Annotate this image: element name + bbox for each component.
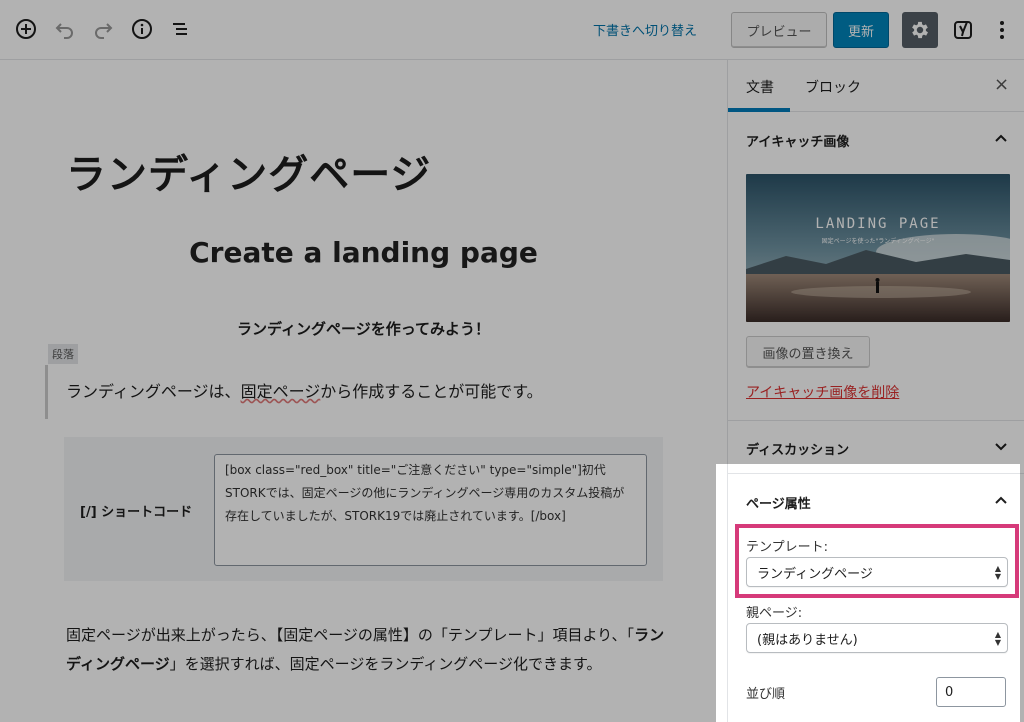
yoast-icon xyxy=(954,21,972,39)
paragraph-text: ランディングページは、 xyxy=(66,382,241,401)
switch-to-draft-link[interactable]: 下書きへ切り替え xyxy=(593,20,697,39)
discussion-panel-header[interactable]: ディスカッション xyxy=(728,420,1024,474)
parent-page-label: 親ページ: xyxy=(746,606,803,621)
yoast-seo-button[interactable] xyxy=(950,16,978,44)
paragraph-block[interactable]: ランディングページは、固定ページから作成することが可能です。 xyxy=(66,378,543,402)
featured-image-panel-header[interactable]: アイキャッチ画像 xyxy=(728,112,1024,166)
select-arrows-icon: ▲ ▼ xyxy=(994,630,1001,647)
shortcode-label: [/] ショートコード xyxy=(80,505,193,520)
heading-block[interactable]: Create a landing page xyxy=(0,236,727,269)
featured-image-subtitle: 固定ページを使った"ランディングページ" xyxy=(821,238,935,245)
paragraph-block-2[interactable]: 固定ページが出来上がったら、【固定ページの属性】の「テンプレート」項目より、「ラ… xyxy=(66,621,666,679)
update-button[interactable]: 更新 xyxy=(833,12,889,48)
editor-toolbar: 下書きへ切り替え プレビュー 更新 xyxy=(0,0,1024,60)
panel-title: ディスカッション xyxy=(746,443,850,458)
shortcode-block[interactable]: [/] ショートコード [box class="red_box" title="… xyxy=(64,437,663,581)
replace-image-button[interactable]: 画像の置き換え xyxy=(746,336,870,368)
panel-title: ページ属性 xyxy=(746,497,811,512)
shortcode-textarea[interactable]: [box class="red_box" title="ご注意ください" typ… xyxy=(214,454,647,566)
add-block-icon[interactable] xyxy=(14,17,38,41)
template-select[interactable]: ランディングページ ▲ ▼ xyxy=(746,557,1008,587)
order-label: 並び順 xyxy=(746,687,786,702)
parent-page-select-value: (親はありません) xyxy=(757,632,858,648)
paragraph-text: 」を選択すれば、固定ページをランディングページ化できます。 xyxy=(169,655,602,673)
chevron-down-icon xyxy=(995,443,1007,451)
info-icon[interactable] xyxy=(130,17,154,41)
select-arrows-icon: ▲ ▼ xyxy=(994,564,1001,581)
template-label: テンプレート: xyxy=(746,540,828,555)
bold-paragraph-block[interactable]: ランディングページを作ってみよう！ xyxy=(0,318,727,339)
settings-button[interactable] xyxy=(902,12,938,48)
tab-document[interactable]: 文書 xyxy=(746,77,774,97)
template-select-value: ランディングページ xyxy=(757,566,873,582)
close-icon[interactable]: × xyxy=(994,74,1009,95)
gear-icon xyxy=(912,21,928,39)
settings-sidebar: 文書 ブロック × アイキャッチ画像 LANDING PAGE 固定ページを使っ… xyxy=(727,60,1024,722)
featured-image-heading: LANDING PAGE xyxy=(815,216,941,232)
outline-icon[interactable] xyxy=(168,17,192,41)
block-type-label: 段落 xyxy=(48,344,78,364)
paragraph-text: 固定ページが出来上がったら、【固定ページの属性】の「テンプレート」項目より、「 xyxy=(66,626,635,644)
redo-icon[interactable] xyxy=(91,17,115,41)
order-input[interactable]: 0 xyxy=(936,677,1006,707)
sidebar-tabs: 文書 ブロック × xyxy=(728,60,1024,112)
spellcheck-mark: 固定ページ xyxy=(240,382,321,401)
post-title[interactable]: ランディングページ xyxy=(66,142,431,200)
page-attributes-panel-header[interactable]: ページ属性 xyxy=(728,474,1024,528)
more-menu-button[interactable] xyxy=(990,16,1014,44)
chevron-up-icon xyxy=(995,134,1007,142)
featured-image[interactable]: LANDING PAGE 固定ページを使った"ランディングページ" xyxy=(746,174,1010,322)
undo-icon[interactable] xyxy=(53,17,77,41)
more-vertical-icon xyxy=(1000,21,1004,39)
editor-canvas: ランディングページ Create a landing page ランディングペー… xyxy=(0,60,727,722)
tab-block[interactable]: ブロック xyxy=(805,77,861,97)
remove-image-link[interactable]: アイキャッチ画像を削除 xyxy=(746,382,899,402)
parent-page-select[interactable]: (親はありません) ▲ ▼ xyxy=(746,623,1008,653)
chevron-up-icon xyxy=(995,496,1007,504)
paragraph-text: から作成することが可能です。 xyxy=(320,382,543,401)
panel-title: アイキャッチ画像 xyxy=(746,135,850,150)
selected-block-indicator xyxy=(45,365,48,419)
preview-button[interactable]: プレビュー xyxy=(731,12,827,48)
